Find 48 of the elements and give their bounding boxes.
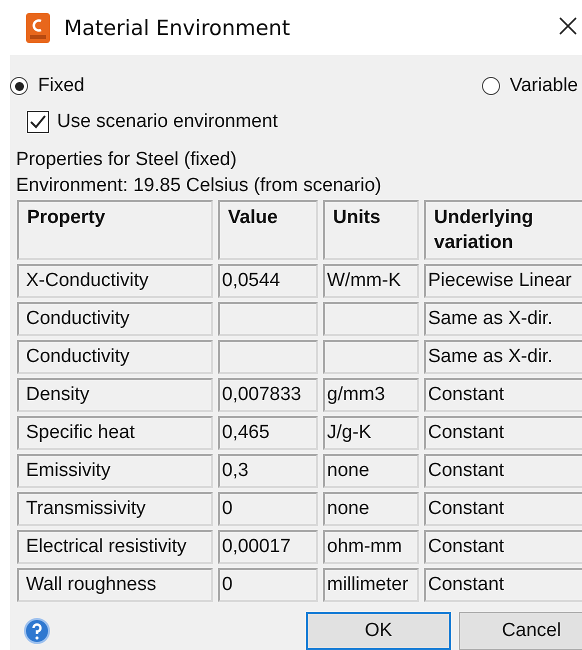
table-cell: Same as X-dir. <box>424 302 582 336</box>
help-icon[interactable] <box>24 618 50 644</box>
table-cell: Same as X-dir. <box>424 340 582 374</box>
table-cell: J/g-K <box>323 416 419 450</box>
table-cell: W/mm-K <box>323 264 419 298</box>
column-header: Value <box>218 200 318 260</box>
table-cell: millimeter <box>323 568 419 602</box>
column-header: Units <box>323 200 419 260</box>
table-cell: Constant <box>424 568 582 602</box>
column-header: Property <box>17 200 213 260</box>
radio-option[interactable]: Fixed <box>10 75 84 97</box>
table-cell: Density <box>17 378 213 412</box>
table-cell: none <box>323 492 419 526</box>
table-cell: Constant <box>424 530 582 564</box>
table-cell: Specific heat <box>17 416 213 450</box>
table-cell: Piecewise Linear <box>424 264 582 298</box>
table-cell: ohm-mm <box>323 530 419 564</box>
table-cell: g/mm3 <box>323 378 419 412</box>
table-cell: 0 <box>218 492 318 526</box>
info-text: Properties for Steel (fixed) <box>16 148 238 172</box>
table-cell: Conductivity <box>17 302 213 336</box>
table-cell: Constant <box>424 454 582 488</box>
table-cell: 0,007833 <box>218 378 318 412</box>
table-cell: X-Conductivity <box>17 264 213 298</box>
radio-option[interactable]: Variable <box>482 75 578 97</box>
table-cell: Emissivity <box>17 454 213 488</box>
checkbox-label: Use scenario environment <box>57 111 278 133</box>
table-cell: 0,0544 <box>218 264 318 298</box>
table-cell: Conductivity <box>17 340 213 374</box>
dialog-button[interactable]: OK <box>306 612 451 650</box>
table-cell: Transmissivity <box>17 492 213 526</box>
table-cell: Constant <box>424 492 582 526</box>
table-cell: 0 <box>218 568 318 602</box>
table-cell: 0,3 <box>218 454 318 488</box>
table-cell: Electrical resistivity <box>17 530 213 564</box>
table-cell: none <box>323 454 419 488</box>
table-cell: 0,465 <box>218 416 318 450</box>
dialog-button[interactable]: Cancel <box>459 612 582 650</box>
table-cell: Constant <box>424 378 582 412</box>
table-cell: Constant <box>424 416 582 450</box>
window-title: Material Environment <box>64 16 290 40</box>
column-header: Underlying variation <box>424 200 582 260</box>
close-icon[interactable] <box>558 16 578 36</box>
table-cell: 0,00017 <box>218 530 318 564</box>
app-logo-icon <box>26 12 50 42</box>
info-text: Environment: 19.85 Celsius (from scenario) <box>16 174 382 198</box>
checkbox[interactable] <box>27 111 49 133</box>
table-cell: Wall roughness <box>17 568 213 602</box>
